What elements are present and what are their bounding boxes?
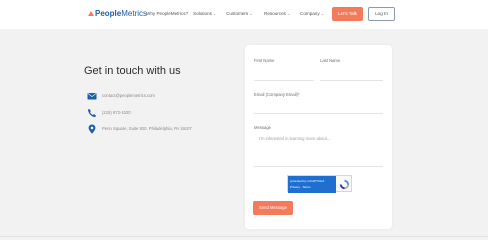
recaptcha-links[interactable]: Privacy - Terms (290, 185, 311, 189)
page-divider (0, 236, 488, 237)
lets-talk-button[interactable]: Let's Talk (332, 7, 363, 21)
page-title: Get in touch with us (84, 65, 181, 77)
send-message-button[interactable]: Send Message (253, 201, 293, 215)
last-name-field[interactable] (320, 80, 383, 81)
nav-resources[interactable]: Resources⌄ (264, 11, 290, 16)
message-label: Message (254, 125, 271, 130)
brand-name-b: Metrics (121, 9, 148, 18)
message-placeholder: I'm interested in learning more about... (259, 136, 331, 141)
nav-customers[interactable]: Customers⌄ (226, 11, 253, 16)
recaptcha-icon (339, 179, 350, 190)
contact-phone[interactable]: (215) 972-1020 (102, 110, 131, 115)
recaptcha-widget[interactable]: protected by reCAPTCHA Privacy - Terms (287, 175, 352, 193)
last-name-label: Last Name (320, 58, 341, 63)
nav-why-label: Why PeopleMetrics? (146, 11, 189, 16)
recaptcha-text: protected by reCAPTCHA (290, 179, 325, 183)
chevron-down-icon: ⌄ (212, 11, 217, 16)
nav-why[interactable]: Why PeopleMetrics? (146, 11, 188, 16)
nav-solutions-label: Solutions (193, 11, 212, 16)
brand-name-a: People (95, 9, 122, 18)
location-pin-icon (88, 124, 96, 134)
contact-address: Penn Square, Suite 920, Philadelphia, PA… (102, 126, 192, 131)
envelope-icon (87, 93, 97, 100)
contact-address-row: Penn Square, Suite 920, Philadelphia, PA… (87, 124, 247, 134)
nav-solutions[interactable]: Solutions⌄ (193, 11, 216, 16)
chevron-down-icon: ⌄ (249, 11, 253, 16)
chevron-down-icon: ⌄ (320, 11, 325, 16)
brand-logo[interactable]: PeopleMetrics (88, 9, 147, 18)
email-field[interactable] (254, 113, 383, 114)
logo-mark-icon (88, 11, 94, 16)
nav-resources-label: Resources (264, 11, 286, 16)
first-name-label: First Name (254, 58, 275, 63)
recaptcha-banner: protected by reCAPTCHA Privacy - Terms (288, 176, 336, 193)
nav-company[interactable]: Company⌄ (300, 11, 324, 16)
phone-icon (88, 108, 97, 117)
chevron-down-icon: ⌄ (286, 11, 291, 16)
email-label: Email (Company Email)* (254, 92, 300, 97)
contact-email-row: contact@peoplemetrics.com (87, 91, 237, 101)
first-name-field[interactable] (254, 80, 314, 81)
contact-phone-row: (215) 972-1020 (87, 108, 237, 118)
message-field[interactable] (254, 166, 383, 167)
contact-email[interactable]: contact@peoplemetrics.com (102, 93, 155, 98)
login-button[interactable]: Log In (368, 7, 395, 21)
site-header: PeopleMetrics Why PeopleMetrics? Solutio… (0, 0, 488, 29)
nav-customers-label: Customers (226, 11, 249, 16)
nav-company-label: Company (300, 11, 320, 16)
